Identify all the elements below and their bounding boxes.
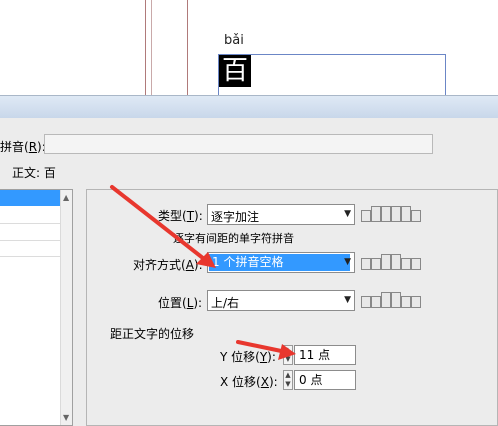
list-scrollbar[interactable]: ▲ ▼ — [60, 190, 72, 425]
list-divider — [0, 223, 60, 224]
list-divider — [0, 256, 60, 257]
scroll-down-icon[interactable]: ▼ — [63, 413, 69, 422]
category-list[interactable]: ▲ ▼ — [0, 189, 73, 426]
settings-panel: 类型(T): 逐字加注 ▼ 逐字有间距的单字符拼音 对齐方式(A): 1 个拼音… — [86, 189, 498, 426]
pinyin-preview: bǎi — [224, 33, 244, 48]
type-label: 类型(T): — [158, 209, 203, 223]
chevron-down-icon: ▼ — [344, 295, 351, 305]
position-label: 位置(L): — [158, 296, 203, 310]
x-offset-input[interactable]: 0 点 — [294, 370, 356, 390]
pinyin-field-label: 拼音(R): — [0, 140, 46, 154]
position-select[interactable]: 上/右 ▼ — [207, 290, 355, 311]
column-guide-right — [187, 0, 188, 95]
category-list-selected-item[interactable] — [0, 190, 60, 206]
text-frame[interactable] — [218, 54, 446, 96]
document-canvas: bǎi 百 — [0, 0, 498, 96]
column-guide-left — [145, 0, 146, 95]
y-offset-input[interactable]: 11 点 — [294, 345, 356, 365]
list-divider — [0, 240, 60, 241]
position-preview-icon — [361, 290, 421, 308]
type-note: 逐字有间距的单字符拼音 — [173, 232, 294, 245]
x-offset-stepper[interactable]: ▲ ▼ — [283, 370, 293, 390]
offset-group-label: 距正文字的位移 — [110, 327, 195, 341]
type-preview-icon — [361, 204, 421, 222]
pinyin-input[interactable] — [44, 134, 433, 154]
x-offset-label: X 位移(X): — [220, 375, 278, 389]
alignment-preview-icon — [361, 252, 421, 270]
type-select[interactable]: 逐字加注 ▼ — [207, 204, 355, 225]
step-up-icon[interactable]: ▲ — [284, 346, 292, 355]
chevron-down-icon: ▼ — [344, 257, 351, 267]
alignment-select[interactable]: 1 个拼音空格 ▼ — [207, 252, 355, 273]
base-text-label: 正文: 百 — [12, 166, 56, 180]
step-up-icon[interactable]: ▲ — [284, 371, 292, 380]
alignment-label: 对齐方式(A): — [133, 258, 203, 272]
step-down-icon[interactable]: ▼ — [284, 380, 292, 389]
chevron-down-icon: ▼ — [344, 209, 351, 219]
column-guide-inner — [151, 0, 152, 95]
step-down-icon[interactable]: ▼ — [284, 355, 292, 364]
selected-base-character[interactable]: 百 — [219, 55, 251, 87]
y-offset-stepper[interactable]: ▲ ▼ — [283, 345, 293, 365]
y-offset-label: Y 位移(Y): — [220, 350, 276, 364]
pinyin-dialog: 拼音(R): 正文: 百 ▲ ▼ 类型(T): 逐字加注 ▼ 逐字有间距的单字符… — [0, 95, 498, 426]
scroll-up-icon[interactable]: ▲ — [63, 193, 69, 202]
dialog-titlebar[interactable] — [0, 96, 498, 118]
